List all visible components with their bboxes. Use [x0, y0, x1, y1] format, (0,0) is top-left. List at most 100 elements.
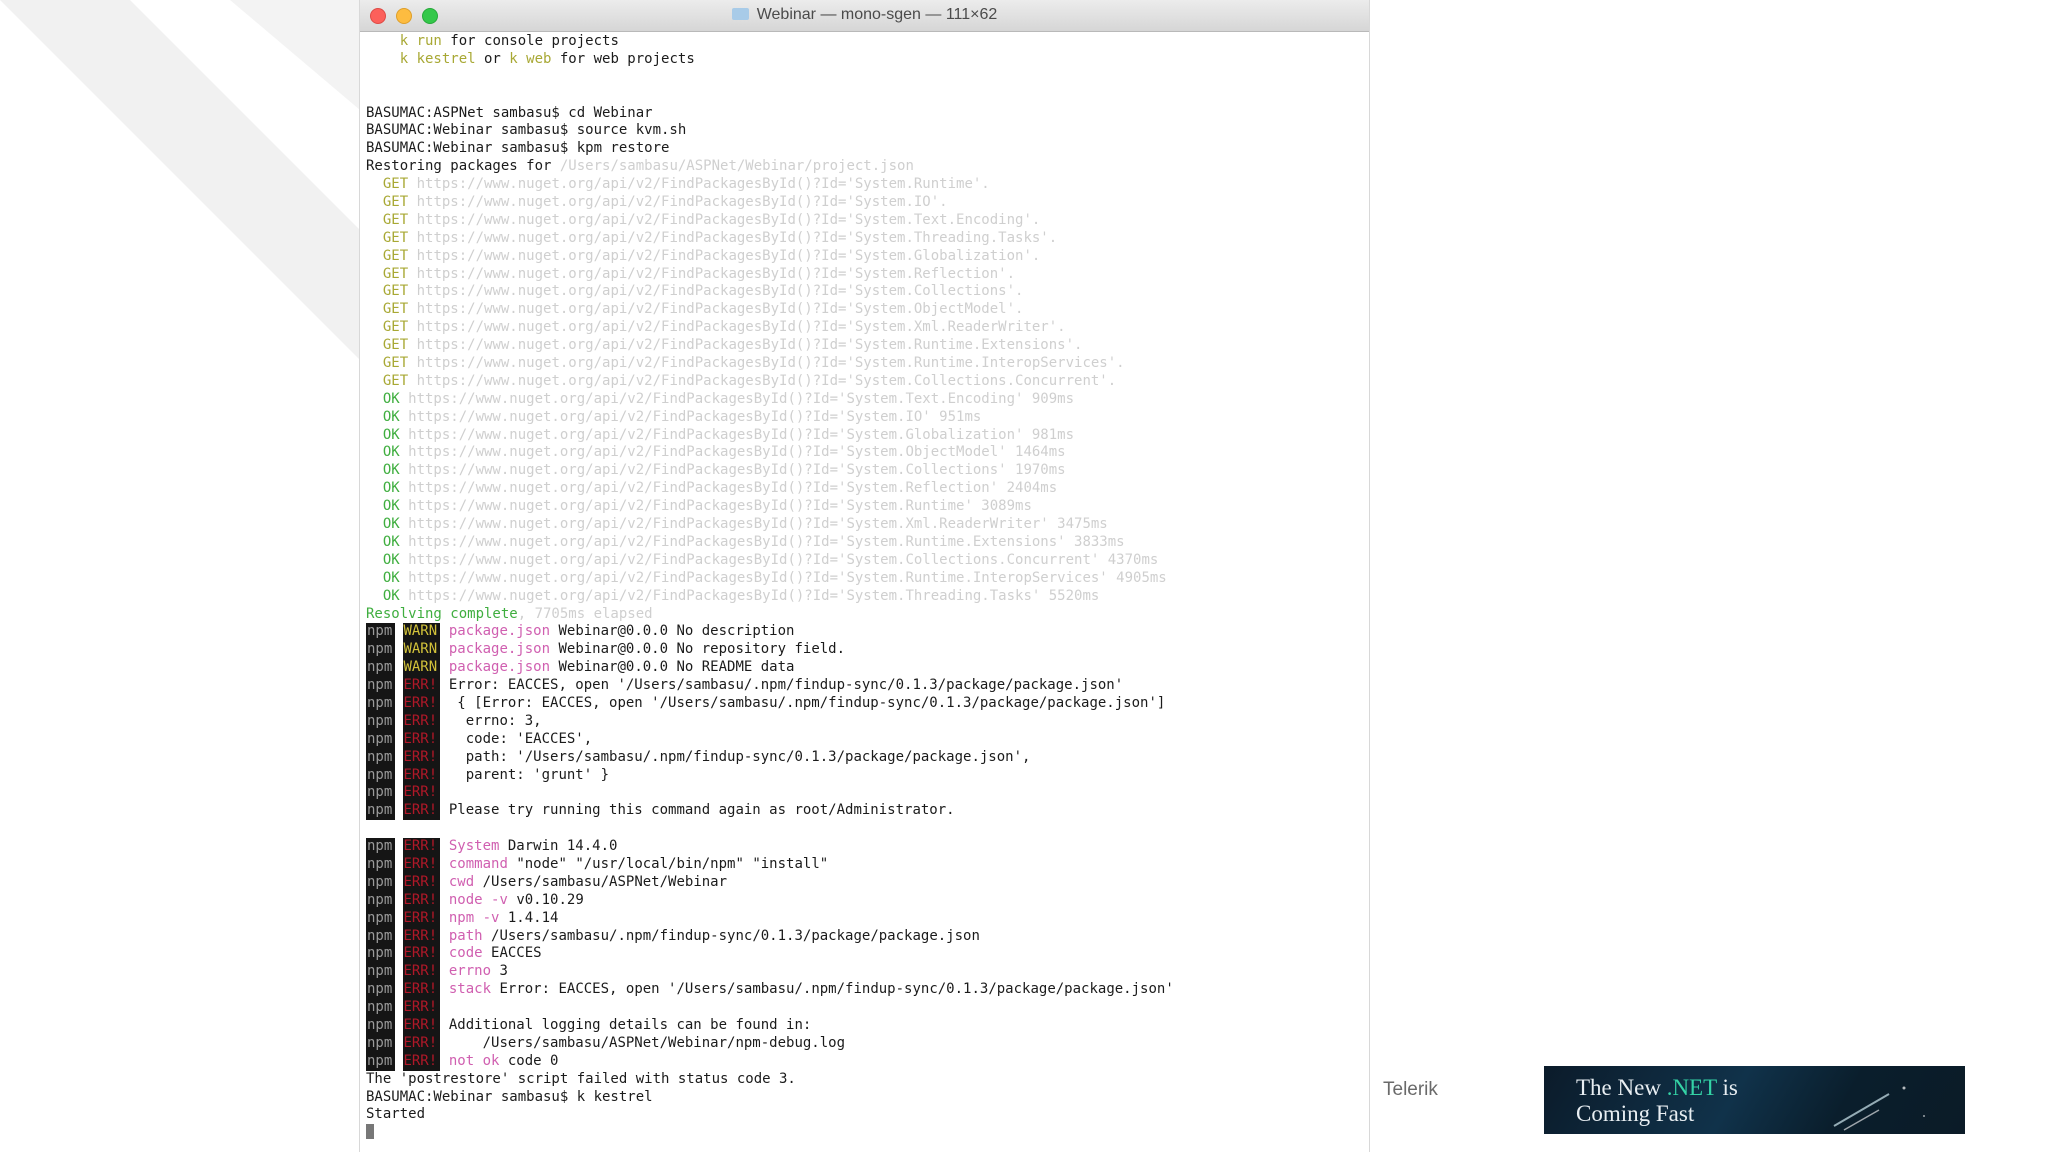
terminal-text: BASUMAC:Webinar sambasu$ kpm restore	[366, 140, 670, 157]
terminal-text: node -v	[448, 891, 508, 908]
terminal-line: GET https://www.nuget.org/api/v2/FindPac…	[366, 319, 1361, 337]
terminal-text: for web projects	[551, 50, 695, 67]
terminal-line: OK https://www.nuget.org/api/v2/FindPack…	[366, 444, 1361, 462]
err-tag: ERR!	[403, 802, 441, 821]
terminal-text: BASUMAC:ASPNet sambasu$ cd Webinar	[366, 104, 653, 121]
npm-tag: npm	[366, 1052, 401, 1071]
terminal-text: /Users/sambasu/ASPNet/Webinar	[474, 873, 728, 890]
terminal-text: code 0	[499, 1052, 559, 1069]
err-tag: ERR!	[403, 1034, 441, 1053]
terminal-text: OK	[382, 444, 400, 461]
terminal-line: npm ERR! System Darwin 14.4.0	[366, 838, 1361, 856]
npm-tag: npm	[366, 909, 401, 928]
terminal-line: GET https://www.nuget.org/api/v2/FindPac…	[366, 301, 1361, 319]
terminal-text: OK	[382, 587, 400, 604]
terminal-line: OK https://www.nuget.org/api/v2/FindPack…	[366, 462, 1361, 480]
terminal-line: npm ERR! command "node" "/usr/local/bin/…	[366, 855, 1361, 874]
err-tag: ERR!	[403, 748, 441, 767]
err-tag: ERR!	[403, 855, 441, 874]
terminal-text: OK	[382, 426, 400, 443]
terminal-line: GET https://www.nuget.org/api/v2/FindPac…	[366, 230, 1361, 248]
terminal-text: https://www.nuget.org/api/v2/FindPackage…	[408, 265, 1016, 282]
terminal-text: GET	[382, 301, 409, 318]
terminal-text: https://www.nuget.org/api/v2/FindPackage…	[399, 444, 1066, 461]
npm-tag: npm	[366, 659, 401, 678]
terminal-text: GET	[382, 194, 409, 211]
terminal-text: { [Error: EACCES, open '/Users/sambasu/.…	[440, 694, 1166, 711]
terminal-text: path	[448, 927, 483, 944]
terminal-window[interactable]: Webinar — mono-sgen — 111×62 k run for c…	[359, 0, 1370, 1152]
terminal-line: The 'postrestore' script failed with sta…	[366, 1071, 1361, 1089]
telerik-brand: Telerik	[1383, 1079, 1438, 1100]
err-tag: ERR!	[403, 981, 441, 1000]
terminal-line: Resolving complete, 7705ms elapsed	[366, 606, 1361, 624]
terminal-line: OK https://www.nuget.org/api/v2/FindPack…	[366, 409, 1361, 427]
terminal-text: https://www.nuget.org/api/v2/FindPackage…	[399, 390, 1075, 407]
warn-tag: WARN	[403, 641, 441, 660]
terminal-text: OK	[382, 569, 400, 586]
terminal-text: Error: EACCES, open '/Users/sambasu/.npm…	[440, 677, 1124, 694]
terminal-text: OK	[382, 533, 400, 550]
npm-tag: npm	[366, 981, 401, 1000]
terminal-line: npm ERR! errno 3	[366, 963, 1361, 982]
terminal-line: npm ERR! /Users/sambasu/ASPNet/Webinar/n…	[366, 1034, 1361, 1053]
terminal-line: GET https://www.nuget.org/api/v2/FindPac…	[366, 283, 1361, 301]
terminal-text: k web	[509, 50, 552, 67]
terminal-line: npm ERR! node -v v0.10.29	[366, 891, 1361, 910]
npm-tag: npm	[366, 963, 401, 982]
terminal-line: OK https://www.nuget.org/api/v2/FindPack…	[366, 391, 1361, 409]
terminal-text: package.json	[448, 623, 551, 640]
terminal-text: GET	[382, 229, 409, 246]
terminal-line: OK https://www.nuget.org/api/v2/FindPack…	[366, 588, 1361, 606]
err-tag: ERR!	[403, 1052, 441, 1071]
window-titlebar[interactable]: Webinar — mono-sgen — 111×62	[360, 0, 1369, 32]
terminal-text: 3	[491, 963, 508, 980]
terminal-line: BASUMAC:Webinar sambasu$ source kvm.sh	[366, 122, 1361, 140]
npm-tag: npm	[366, 945, 401, 964]
npm-tag: npm	[366, 1034, 401, 1053]
terminal-line: npm ERR! Additional logging details can …	[366, 1016, 1361, 1035]
terminal-output[interactable]: k run for console projects k kestrel or …	[366, 33, 1361, 1152]
terminal-text: GET	[382, 211, 409, 228]
terminal-line: npm ERR! code EACCES	[366, 945, 1361, 964]
terminal-line: BASUMAC:ASPNet sambasu$ cd Webinar	[366, 105, 1361, 123]
terminal-line: Started	[366, 1106, 1361, 1124]
err-tag: ERR!	[403, 677, 441, 695]
terminal-text: https://www.nuget.org/api/v2/FindPackage…	[399, 516, 1108, 533]
terminal-text: k kestrel	[399, 50, 476, 67]
terminal-text: code	[448, 945, 483, 962]
npm-tag: npm	[366, 999, 401, 1017]
terminal-text: path: '/Users/sambasu/.npm/findup-sync/0…	[440, 748, 1031, 765]
promo-banner: The New .NET is Coming Fast	[1544, 1066, 1965, 1134]
terminal-prompt-line[interactable]	[366, 1124, 1361, 1142]
terminal-text: /Users/sambasu/ASPNet/Webinar/npm-debug.…	[440, 1034, 846, 1051]
terminal-line: BASUMAC:Webinar sambasu$ kpm restore	[366, 140, 1361, 158]
terminal-text: Darwin 14.4.0	[499, 838, 618, 855]
terminal-line: OK https://www.nuget.org/api/v2/FindPack…	[366, 480, 1361, 498]
terminal-text: OK	[382, 551, 400, 568]
